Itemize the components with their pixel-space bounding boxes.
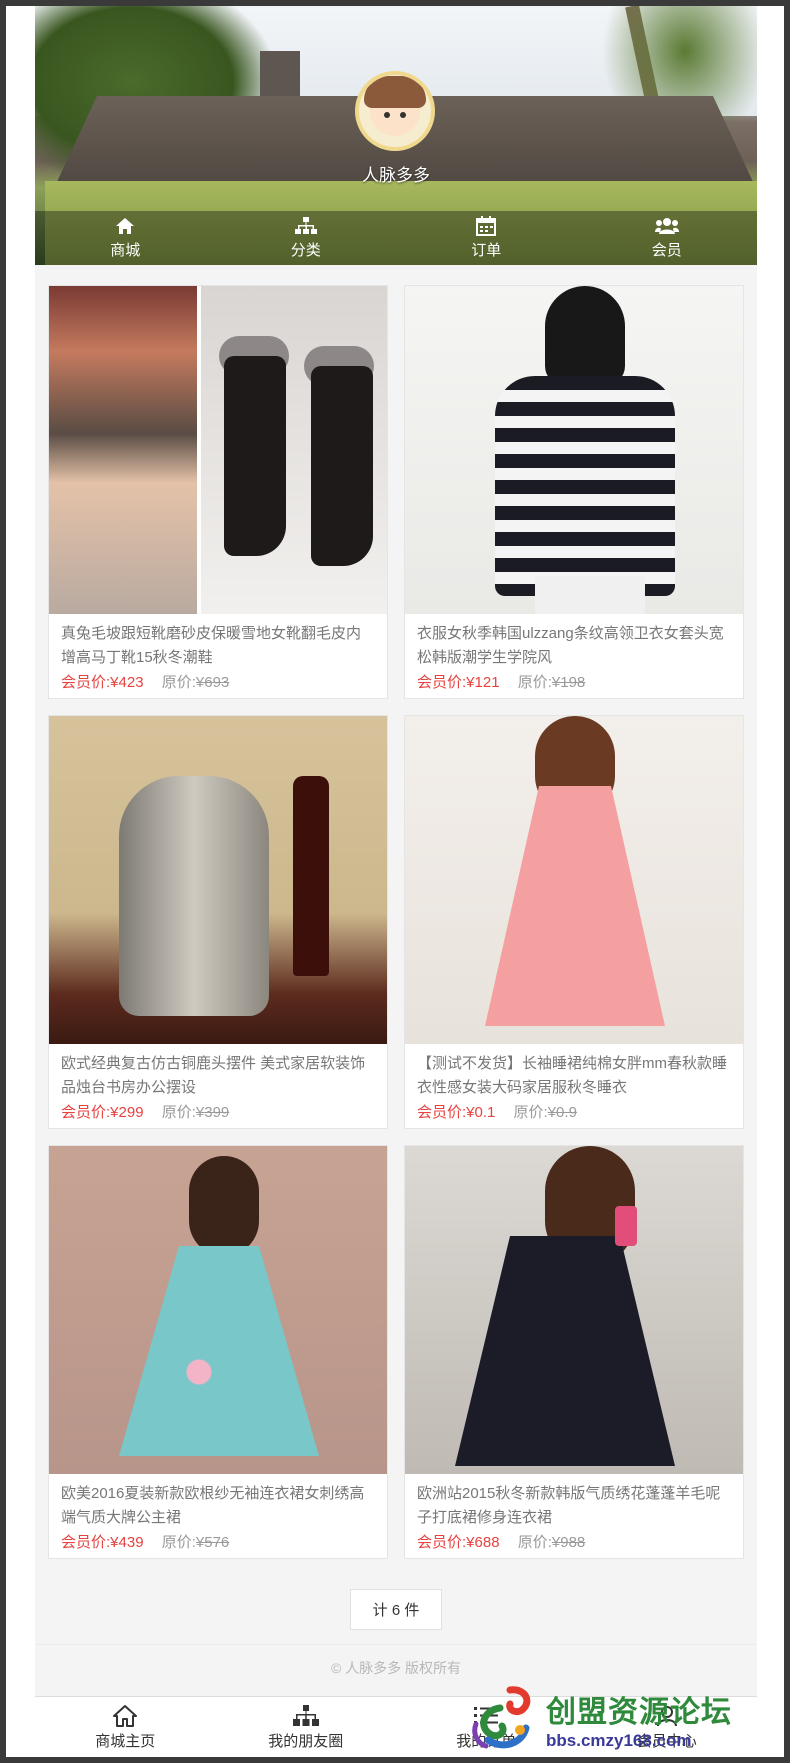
product-title[interactable]: 【测试不发货】长袖睡裙纯棉女胖mm春秋款睡衣性感女装大码家居服秋冬睡衣 bbox=[417, 1052, 731, 1100]
sitemap-icon bbox=[292, 1704, 319, 1728]
product-image[interactable] bbox=[49, 716, 387, 1044]
top-nav-label: 商城 bbox=[110, 242, 141, 259]
product-grid: 真兔毛坡跟短靴磨砂皮保暖雪地女靴翻毛皮内增高马丁靴15秋冬潮鞋 会员价:¥423… bbox=[48, 285, 744, 1559]
header-banner: 人脉多多 商城 分类 订单 会员 bbox=[35, 6, 757, 265]
watermark-title: 创盟资源论坛 bbox=[546, 1696, 732, 1729]
sitemap-icon bbox=[294, 216, 317, 236]
product-title[interactable]: 欧美2016夏装新款欧根纱无袖连衣裙女刺绣高端气质大牌公主裙 bbox=[61, 1482, 375, 1530]
product-title[interactable]: 欧式经典复古仿古铜鹿头摆件 美式家居软装饰品烛台书房办公摆设 bbox=[61, 1052, 375, 1100]
window-frame: 人脉多多 商城 分类 订单 会员 真兔毛坡跟短靴磨砂皮保暖雪地女靴翻毛皮内增高马… bbox=[6, 6, 784, 1757]
product-card[interactable]: 真兔毛坡跟短靴磨砂皮保暖雪地女靴翻毛皮内增高马丁靴15秋冬潮鞋 会员价:¥423… bbox=[48, 285, 388, 699]
bottom-nav-home[interactable]: 商城主页 bbox=[35, 1697, 216, 1757]
top-nav-label: 会员 bbox=[651, 242, 682, 259]
watermark-logo-icon bbox=[470, 1684, 540, 1754]
product-image[interactable] bbox=[405, 286, 743, 614]
total-count: 计 6 件 bbox=[349, 1589, 443, 1630]
top-nav-orders[interactable]: 订单 bbox=[396, 211, 577, 265]
product-prices: 会员价:¥121 原价:¥198 bbox=[417, 672, 731, 694]
product-title[interactable]: 欧洲站2015秋冬新款韩版气质绣花蓬蓬羊毛呢子打底裙修身连衣裙 bbox=[417, 1482, 731, 1530]
product-image[interactable] bbox=[405, 1146, 743, 1474]
product-card[interactable]: 衣服女秋季韩国ulzzang条纹高领卫衣女套头宽松韩版潮学生学院风 会员价:¥1… bbox=[404, 285, 744, 699]
top-nav-label: 订单 bbox=[471, 242, 502, 259]
product-prices: 会员价:¥439 原价:¥576 bbox=[61, 1532, 375, 1554]
product-prices: 会员价:¥0.1 原价:¥0.9 bbox=[417, 1102, 731, 1124]
watermark: 创盟资源论坛 bbs.cmzy168.com bbox=[470, 1675, 790, 1763]
product-card[interactable]: 欧美2016夏装新款欧根纱无袖连衣裙女刺绣高端气质大牌公主裙 会员价:¥439 … bbox=[48, 1145, 388, 1559]
home-icon bbox=[115, 216, 135, 236]
top-nav-shop[interactable]: 商城 bbox=[35, 211, 216, 265]
top-nav: 商城 分类 订单 会员 bbox=[35, 211, 757, 265]
product-image[interactable] bbox=[49, 286, 387, 614]
original-price: 原价:¥693 bbox=[161, 674, 230, 691]
bottom-nav-label: 我的朋友圈 bbox=[268, 1732, 344, 1750]
member-price: 会员价:¥423 bbox=[61, 674, 144, 691]
product-image[interactable] bbox=[405, 716, 743, 1044]
watermark-text: 创盟资源论坛 bbs.cmzy168.com bbox=[546, 1687, 732, 1751]
member-price: 会员价:¥299 bbox=[61, 1104, 144, 1121]
product-image[interactable] bbox=[49, 1146, 387, 1474]
member-price: 会员价:¥688 bbox=[417, 1534, 500, 1551]
product-card[interactable]: 欧式经典复古仿古铜鹿头摆件 美式家居软装饰品烛台书房办公摆设 会员价:¥299 … bbox=[48, 715, 388, 1129]
shop-avatar[interactable] bbox=[355, 71, 435, 151]
watermark-url: bbs.cmzy168.com bbox=[546, 1731, 692, 1750]
member-price: 会员价:¥0.1 bbox=[417, 1104, 496, 1121]
calendar-icon bbox=[476, 216, 497, 236]
original-price: 原价:¥198 bbox=[517, 674, 586, 691]
product-prices: 会员价:¥688 原价:¥988 bbox=[417, 1532, 731, 1554]
product-card[interactable]: 【测试不发货】长袖睡裙纯棉女胖mm春秋款睡衣性感女装大码家居服秋冬睡衣 会员价:… bbox=[404, 715, 744, 1129]
original-price: 原价:¥988 bbox=[517, 1534, 586, 1551]
bottom-nav-friends[interactable]: 我的朋友圈 bbox=[216, 1697, 397, 1757]
bottom-nav-label: 商城主页 bbox=[95, 1732, 156, 1750]
product-title[interactable]: 真兔毛坡跟短靴磨砂皮保暖雪地女靴翻毛皮内增高马丁靴15秋冬潮鞋 bbox=[61, 622, 375, 670]
original-price: 原价:¥399 bbox=[161, 1104, 230, 1121]
member-price: 会员价:¥121 bbox=[417, 674, 500, 691]
product-prices: 会员价:¥423 原价:¥693 bbox=[61, 672, 375, 694]
top-nav-category[interactable]: 分类 bbox=[216, 211, 397, 265]
product-prices: 会员价:¥299 原价:¥399 bbox=[61, 1102, 375, 1124]
users-icon bbox=[654, 216, 679, 236]
avatar-face bbox=[364, 76, 426, 136]
member-price: 会员价:¥439 bbox=[61, 1534, 144, 1551]
shop-page: 人脉多多 商城 分类 订单 会员 真兔毛坡跟短靴磨砂皮保暖雪地女靴翻毛皮内增高马… bbox=[35, 6, 757, 1757]
original-price: 原价:¥576 bbox=[161, 1534, 230, 1551]
top-nav-label: 分类 bbox=[290, 242, 321, 259]
product-title[interactable]: 衣服女秋季韩国ulzzang条纹高领卫衣女套头宽松韩版潮学生学院风 bbox=[417, 622, 731, 670]
product-card[interactable]: 欧洲站2015秋冬新款韩版气质绣花蓬蓬羊毛呢子打底裙修身连衣裙 会员价:¥688… bbox=[404, 1145, 744, 1559]
site-name: 人脉多多 bbox=[362, 166, 430, 185]
top-nav-members[interactable]: 会员 bbox=[577, 211, 758, 265]
count-wrapper: 计 6 件 bbox=[35, 1589, 757, 1630]
original-price: 原价:¥0.9 bbox=[513, 1104, 577, 1121]
home-outline-icon bbox=[112, 1704, 138, 1728]
